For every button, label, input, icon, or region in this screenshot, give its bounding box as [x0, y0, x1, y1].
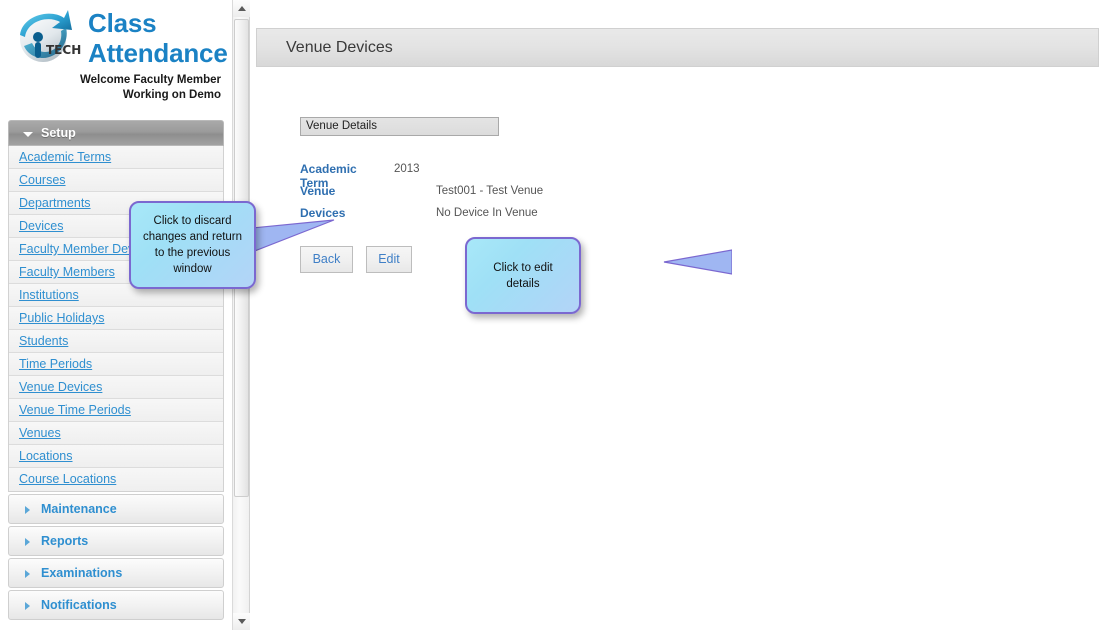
- sidebar-item-academic-terms[interactable]: Academic Terms: [9, 146, 223, 169]
- callout-edit-text: Click to edit details: [493, 261, 553, 290]
- svg-text:TECH: TECH: [46, 43, 81, 57]
- chevron-right-icon: [25, 538, 30, 546]
- welcome-line-2: Working on Demo: [122, 89, 221, 101]
- sidebar-link-academic-terms[interactable]: Academic Terms: [19, 150, 111, 164]
- sidebar-section-examinations[interactable]: Examinations: [8, 558, 224, 588]
- scroll-down-button[interactable]: [233, 613, 250, 630]
- sidebar-item-course-locations[interactable]: Course Locations: [9, 468, 223, 491]
- welcome-line-1: Welcome Faculty Member: [79, 74, 221, 86]
- sidebar-link-venue-time-periods[interactable]: Venue Time Periods: [19, 403, 131, 417]
- sidebar-section-maintenance-label: Maintenance: [41, 502, 117, 516]
- edit-button[interactable]: Edit: [366, 246, 412, 273]
- sidebar-link-public-holidays[interactable]: Public Holidays: [19, 311, 104, 325]
- sidebar-item-venue-time-periods[interactable]: Venue Time Periods: [9, 399, 223, 422]
- chevron-right-icon: [25, 506, 30, 514]
- application-window: TECH Class Attendance Welcome Faculty Me…: [0, 0, 1099, 630]
- chevron-right-icon: [25, 602, 30, 610]
- app-title: Class Attendance: [88, 8, 228, 68]
- field-devices-value: No Device In Venue: [436, 207, 538, 219]
- callout-edit-tail: [663, 249, 732, 275]
- callout-back-text: Click to discard changes and return to t…: [142, 215, 243, 275]
- sidebar-item-venues[interactable]: Venues: [9, 422, 223, 445]
- scroll-up-button[interactable]: [233, 0, 250, 17]
- sidebar-section-reports[interactable]: Reports: [8, 526, 224, 556]
- sidebar-link-locations[interactable]: Locations: [19, 449, 73, 463]
- sidebar-link-time-periods[interactable]: Time Periods: [19, 357, 92, 371]
- sidebar-item-students[interactable]: Students: [9, 330, 223, 353]
- sidebar-link-devices[interactable]: Devices: [19, 219, 63, 233]
- sidebar-item-locations[interactable]: Locations: [9, 445, 223, 468]
- sidebar-link-institutions[interactable]: Institutions: [19, 288, 79, 302]
- page-title: Venue Devices: [286, 39, 393, 56]
- sidebar-link-faculty-members[interactable]: Faculty Members: [19, 265, 115, 279]
- chevron-right-icon: [25, 570, 30, 578]
- sidebar-section-setup[interactable]: Setup: [8, 120, 224, 146]
- sidebar-section-reports-label: Reports: [41, 534, 89, 548]
- sidebar-section-examinations-label: Examinations: [41, 566, 123, 580]
- sidebar-link-venue-devices[interactable]: Venue Devices: [19, 380, 102, 394]
- ip-tech-globe-logo: TECH: [20, 10, 81, 62]
- triangle-down-icon: [238, 619, 246, 624]
- field-academic-term-value: 2013: [394, 163, 420, 175]
- sidebar-link-courses[interactable]: Courses: [19, 173, 66, 187]
- sidebar-link-venues[interactable]: Venues: [19, 426, 61, 440]
- sidebar-section-notifications[interactable]: Notifications: [8, 590, 224, 620]
- triangle-up-icon: [238, 6, 246, 11]
- sidebar-item-courses[interactable]: Courses: [9, 169, 223, 192]
- sidebar-item-venue-devices[interactable]: Venue Devices: [9, 376, 223, 399]
- sidebar-scrollbar[interactable]: [232, 0, 250, 630]
- app-title-line1: Class: [88, 8, 157, 38]
- sidebar-setup-menu: Academic Terms Courses Departments Devic…: [8, 146, 224, 492]
- sidebar-section-maintenance[interactable]: Maintenance: [8, 494, 224, 524]
- field-venue-label: Venue: [300, 184, 336, 198]
- sidebar-link-course-locations[interactable]: Course Locations: [19, 472, 116, 486]
- main-content: Venue Devices Venue Details Academic Ter…: [256, 0, 1099, 630]
- field-venue-value: Test001 - Test Venue: [436, 185, 544, 197]
- sidebar-section-setup-label: Setup: [41, 126, 76, 140]
- callout-back-tail: [251, 219, 335, 253]
- sidebar-item-time-periods[interactable]: Time Periods: [9, 353, 223, 376]
- app-title-line2: Attendance: [88, 38, 228, 68]
- sidebar: TECH Class Attendance Welcome Faculty Me…: [0, 0, 232, 630]
- page-title-bar: Venue Devices: [256, 28, 1099, 67]
- chevron-down-icon: [23, 132, 33, 137]
- callout-back-tooltip: Click to discard changes and return to t…: [129, 201, 256, 289]
- brand-header: TECH Class Attendance Welcome Faculty Me…: [0, 0, 232, 120]
- sidebar-item-public-holidays[interactable]: Public Holidays: [9, 307, 223, 330]
- sidebar-link-students[interactable]: Students: [19, 334, 68, 348]
- welcome-message: Welcome Faculty Member Working on Demo: [9, 73, 221, 103]
- sidebar-section-notifications-label: Notifications: [41, 598, 117, 612]
- sidebar-link-departments[interactable]: Departments: [19, 196, 91, 210]
- callout-edit-tooltip: Click to edit details: [465, 237, 581, 314]
- venue-details-panel-header: Venue Details: [300, 117, 499, 136]
